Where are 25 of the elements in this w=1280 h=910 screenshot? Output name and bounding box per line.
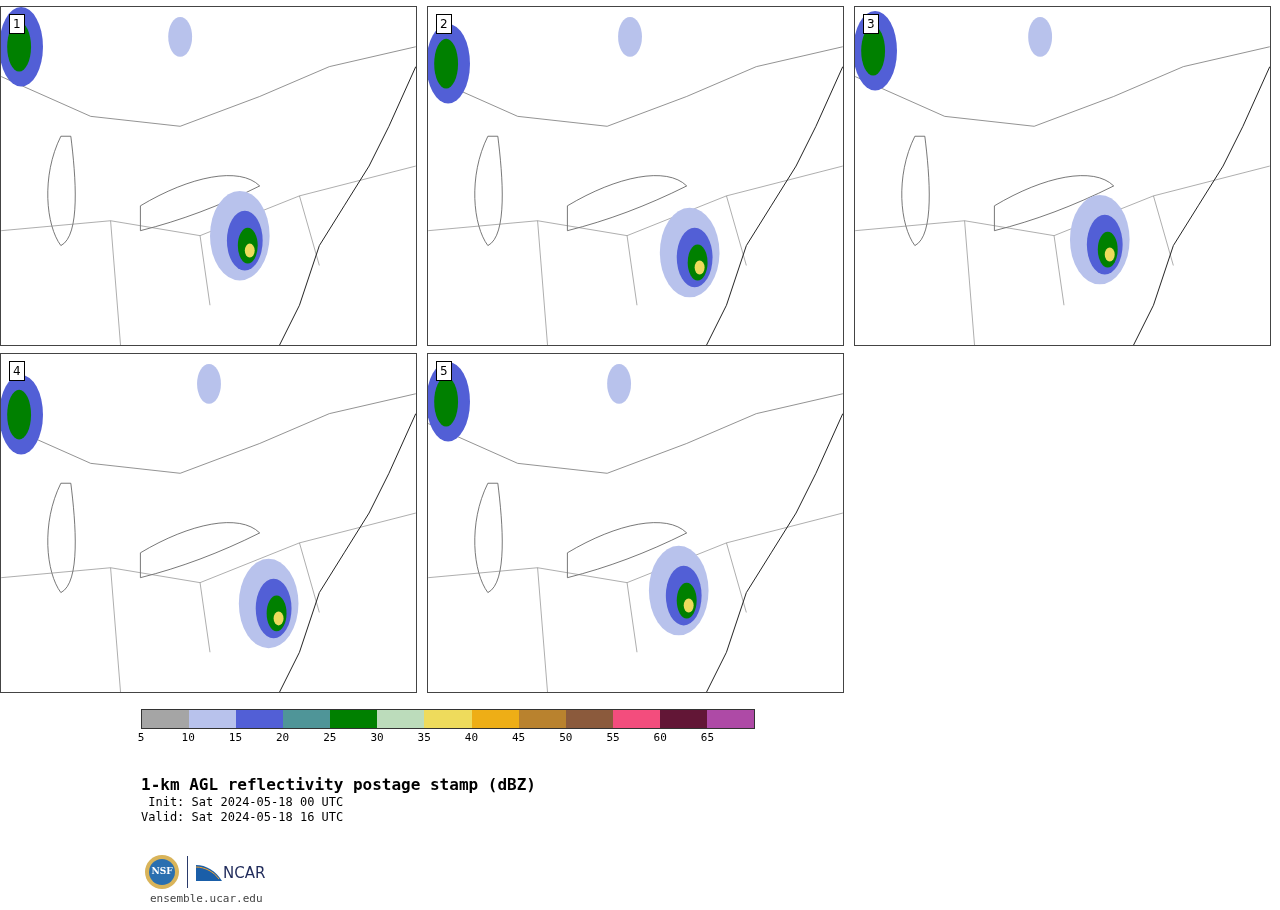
- tick-label: 50: [559, 731, 573, 744]
- swoosh-icon: [196, 863, 222, 881]
- panel-number: 3: [863, 14, 879, 34]
- tick-label: 30: [370, 731, 384, 744]
- valid-time: Valid: Sat 2024-05-18 16 UTC: [141, 810, 345, 825]
- tick-label: 25: [323, 731, 337, 744]
- tick-label: 5: [137, 731, 145, 744]
- tick-label: 60: [653, 731, 667, 744]
- tick-label: 65: [700, 731, 714, 744]
- tick-label: 10: [181, 731, 195, 744]
- init-time: Init: Sat 2024-05-18 00 UTC: [147, 795, 345, 810]
- tick-label: 20: [275, 731, 290, 744]
- tick-label: 40: [464, 731, 478, 744]
- panel-number: 2: [436, 14, 452, 34]
- tick-label: 45: [511, 731, 526, 744]
- tick-label: 55: [606, 731, 620, 744]
- site-url: ensemble.ucar.edu: [150, 892, 264, 905]
- tick-label: 35: [417, 731, 431, 744]
- panel-number: 5: [436, 361, 452, 381]
- ncar-logo: NCAR: [196, 863, 266, 881]
- panel-number: 4: [9, 361, 25, 381]
- nsf-logo: NSF: [145, 855, 179, 889]
- panel-number: 1: [9, 14, 25, 34]
- tick-label: 15: [228, 731, 242, 744]
- chart-title: 1-km AGL reflectivity postage stamp (dBZ): [141, 775, 537, 795]
